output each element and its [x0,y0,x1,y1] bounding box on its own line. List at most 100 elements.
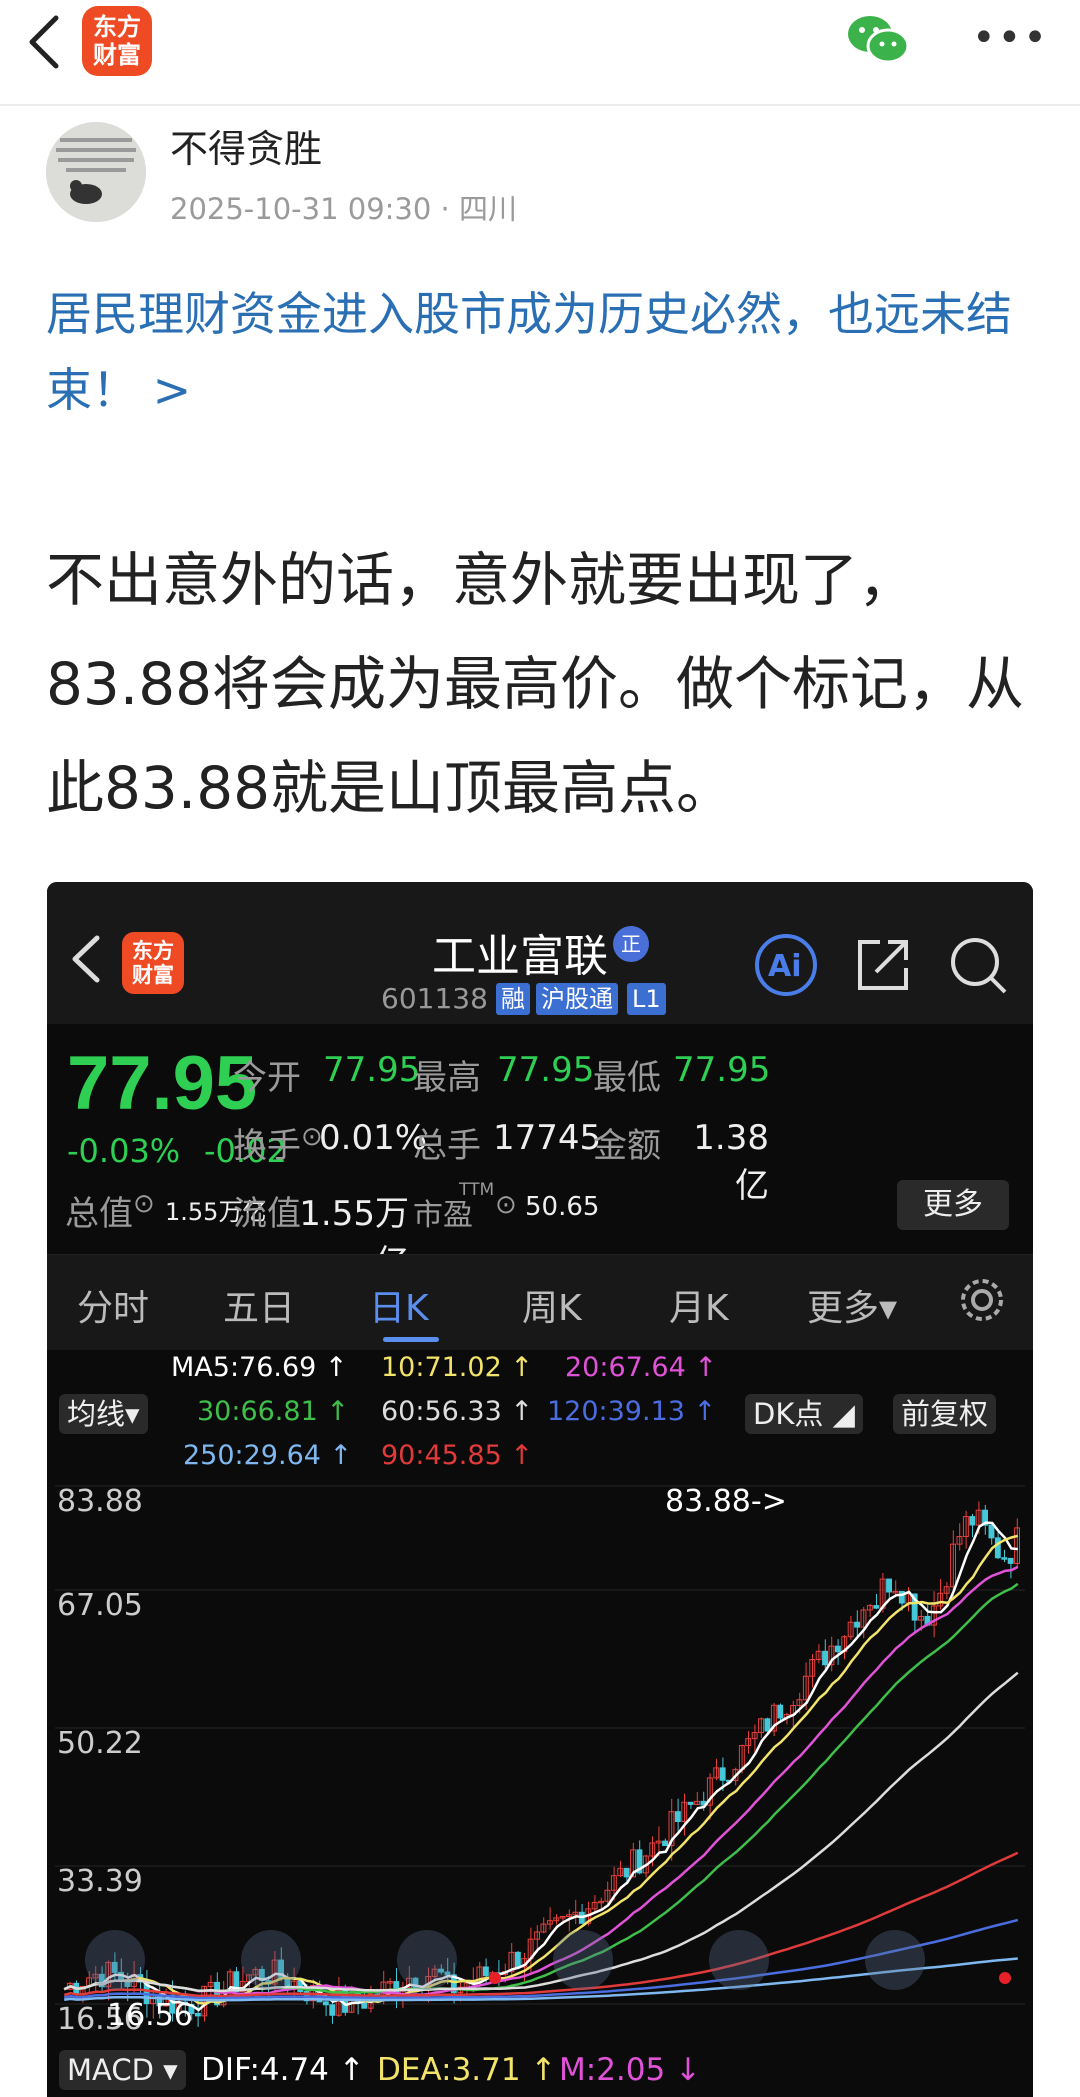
macd-selector-button: MACD ▾ [59,2050,186,2090]
active-tab-indicator [383,1337,439,1342]
total-value-label: 总值 [65,1194,133,1234]
candle-body [777,1704,784,1719]
change-percent: -0.03% [67,1132,181,1170]
y-axis-label-2: 67.05 [57,1588,143,1623]
macd-dea: DEA:3.71 ↑ [377,2052,557,2088]
volume-label: 总手 [413,1126,481,1166]
post-meta: 2025-10-31 09:30 · 四川 [170,186,517,228]
turnover-value: 0.01% [319,1118,428,1158]
ma90-value: 90:45.85 ↑ [381,1440,533,1471]
stock-tag: 正 [613,926,649,962]
post-datetime: 2025-10-31 09:30 [170,192,432,226]
pe-value: 50.65 [525,1192,600,1222]
post-body: 不出意外的话，意外就要出现了，83.88将会成为最高价。做个标记，从此83.88… [46,546,1025,822]
y-axis-label-4: 33.39 [57,1864,143,1899]
turnover-label: 换手 [233,1126,301,1166]
low-label: 最低 [593,1058,661,1098]
dk-point-button: DK点 ◢ [745,1394,863,1434]
more-quotes-button: 更多 [897,1180,1009,1230]
macd-legend: MACD ▾ DIF:4.74 ↑ DEA:3.71 ↑ M:2.05 ↓ [53,2046,1033,2096]
tab-more: 更多▾ [807,1288,898,1329]
chart-tabs: 分时 五日 日K 周K 月K 更多▾ [47,1254,1033,1350]
amount-value: 1.38亿 [693,1118,769,1206]
gear-icon [961,1279,1003,1321]
macd-dif: DIF:4.74 ↑ [201,2052,365,2088]
candle-body [623,1867,630,1878]
low-marker: 16.56 [107,1998,193,2033]
info-icon: ⊙ [133,1189,155,1219]
macd-m: M:2.05 ↓ [559,2052,702,2088]
candle-body [834,1645,841,1653]
pe-ttm-label: TTM [459,1180,495,1200]
related-article-link[interactable]: 居民理财资金进入股市成为历史必然，也远未结束！ > [46,276,1036,428]
more-options-icon[interactable]: ••• [972,18,1047,58]
open-label: 今开 [233,1058,301,1098]
tab-five-day: 五日 [223,1288,296,1329]
candle-body [687,1801,694,1805]
candle-body [194,2013,201,2017]
candle-body [1001,1557,1008,1560]
search-icon [951,938,1007,994]
top-nav-bar: 东方 财富 ••• [0,0,1080,106]
candle-body [719,1767,726,1781]
candle-body [482,1966,489,1977]
candlestick-chart [55,1482,1025,2038]
candle-body [764,1718,771,1732]
stock-back-icon [72,935,100,983]
candle-body [674,1811,681,1823]
float-label: 流值 [233,1194,301,1234]
y-axis-label-3: 50.22 [57,1726,143,1761]
ma5-value: MA5:76.69 ↑ [171,1352,348,1383]
volume-value: 17745 [493,1118,602,1158]
candle-body [662,1840,668,1847]
post-location: · 四川 [440,192,517,226]
tab-weekly-k: 周K [522,1288,582,1329]
chart-control-button [241,1930,301,1990]
signal-dot [999,1972,1011,1984]
candle-body [969,1516,976,1526]
svg-text:Ai: Ai [768,949,802,984]
ma60-value: 60:56.33 ↑ [381,1396,533,1427]
stock-code: 601138 [381,982,488,1015]
stock-price: 77.95 [67,1041,258,1126]
stock-name: 工业富联 [432,931,608,982]
ma-selector-button: 均线▾ [59,1394,148,1434]
stock-app-logo: 东方 财富 [122,932,184,994]
candle-body [361,2002,368,2009]
author-name[interactable]: 不得贪胜 [170,118,322,173]
back-arrow-icon[interactable] [22,12,70,72]
share-icon [858,940,908,990]
tab-monthly-k: 月K [669,1288,729,1329]
y-axis-label-top: 83.88 [57,1484,143,1519]
price-adjust-button: 前复权 [893,1394,997,1434]
tab-daily-k: 日K [369,1288,429,1329]
ma30-value: 30:66.81 ↑ [197,1396,349,1427]
candle-body [873,1605,880,1609]
chart-control-button [709,1930,769,1990]
chart-control-button [553,1930,613,1990]
stock-app-logo-text: 东方 财富 [132,939,174,987]
high-label: 最高 [413,1058,481,1098]
chart-control-button [865,1930,925,1990]
low-value: 77.95 [673,1050,771,1090]
candle-body [322,2001,329,2006]
ma120-value: 120:39.13 ↑ [547,1396,717,1427]
badge-margin: 融 [496,983,530,1015]
ai-icon: Ai [755,934,817,996]
candle-body [854,1621,860,1628]
chart-control-button [397,1930,457,1990]
stock-header: 东方 财富 工业富联 正 601138 融 沪股通 L1 Ai [47,882,1033,1024]
tab-intraday: 分时 [77,1288,150,1329]
author-avatar[interactable] [46,122,146,222]
ma250-value: 250:29.64 ↑ [183,1440,353,1471]
candle-body [994,1537,1001,1559]
badge-level: L1 [627,983,666,1015]
wechat-share-icon[interactable] [846,12,910,66]
chart-control-button [85,1930,145,1990]
open-value: 77.95 [323,1050,421,1090]
ma20-value: 20:67.64 ↑ [565,1352,717,1383]
info-icon: ⊙ [495,1190,517,1220]
candle-body [329,2004,336,2016]
amount-label: 金额 [593,1126,661,1166]
app-logo: 东方 财富 [82,6,152,76]
